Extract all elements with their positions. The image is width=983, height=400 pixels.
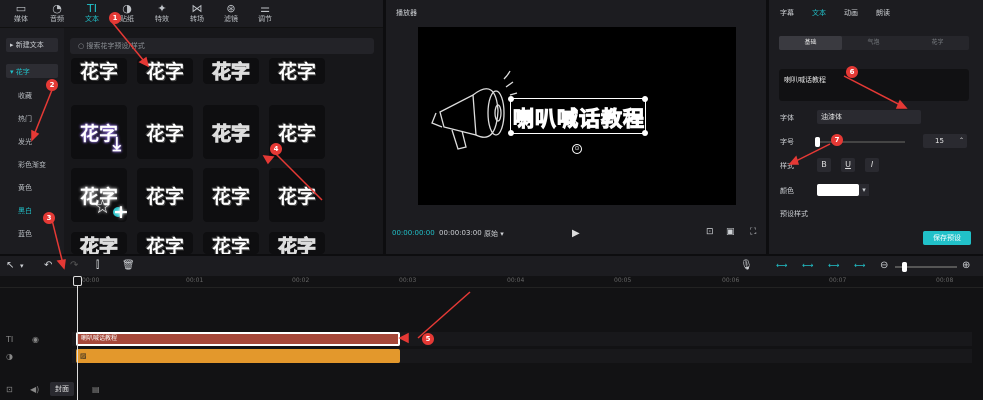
annotation-marker: 2 xyxy=(46,79,58,91)
annotation-marker: 1 xyxy=(109,12,121,24)
annotation-marker: 4 xyxy=(270,143,282,155)
annotation-marker: 7 xyxy=(831,134,843,146)
annotation-marker: 5 xyxy=(422,333,434,345)
annotation-marker: 6 xyxy=(846,66,858,78)
annotation-marker: 3 xyxy=(43,212,55,224)
annotation-arrows xyxy=(31,21,908,344)
